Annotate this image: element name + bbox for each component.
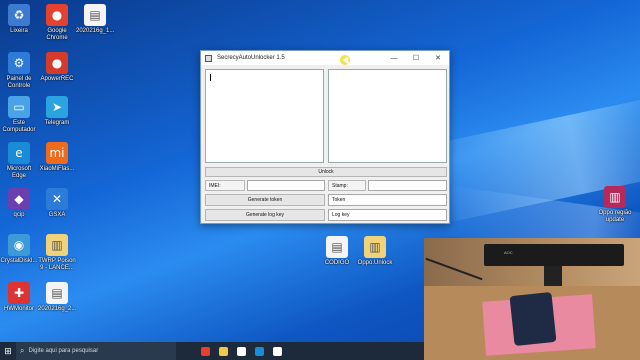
desktop-shortcut[interactable]: ▤ 2020216g_2... [38,282,76,313]
desktop-shortcut-label: qcip [13,212,25,218]
document-icon: ▤ [326,236,348,258]
imei-input[interactable] [247,180,325,191]
monitor-brand-label: AOC [504,250,513,255]
secrecy-auto-unlocker-window[interactable]: SecrecyAutoUnlocker 1.5 — ☐ ✕ Unlock IME… [200,50,450,224]
recycle-bin-icon: ♻ [8,4,30,26]
apowerrec-icon: ● [46,52,68,74]
edge-taskbar-icon[interactable] [250,342,268,360]
document-icon: ▤ [84,4,106,26]
desktop-shortcut-label: Microsoft Edge [6,166,32,179]
close-button[interactable]: ✕ [427,51,449,65]
generate-log-key-button[interactable]: Generate log key [205,209,325,221]
desktop-shortcut-label: 2020216g_1... [76,28,115,34]
minimize-button[interactable]: — [383,51,405,65]
desktop-shortcut[interactable]: ▤ 2020216g_1... [76,4,114,35]
window-title: SecrecyAutoUnlocker 1.5 [217,55,285,61]
desktop-shortcut-label: Oppo.Unlock [357,260,393,266]
desktop-shortcut[interactable]: ▤ CODIGO [318,236,356,267]
webcam-monitor-stand [544,266,562,286]
desktop-shortcut-label: Google Chrome [46,28,68,41]
output-text-area[interactable] [328,69,447,163]
webcam-phone [509,291,557,347]
webcam-monitor [484,244,624,266]
search-icon: ⌕ [20,346,25,355]
desktop-shortcut[interactable]: mi XiaoMiFlas... [38,142,76,173]
qcip-icon: ◆ [8,188,30,210]
desktop-shortcut-label: ApowerREC [40,76,74,82]
file-explorer-taskbar-icon[interactable] [214,342,232,360]
desktop-shortcut-label: Painel de Controle [6,76,32,89]
gsxa-icon: ✕ [46,188,68,210]
zip-folder-icon: ▥ [364,236,386,258]
log-key-field[interactable]: Log key [328,209,447,221]
taskbar: ⊞ ⌕ Digite aqui para pesquisar [0,342,424,360]
crystaldisk-icon: ◉ [8,234,30,256]
desktop-shortcut[interactable]: ✚ HWMonitor [0,282,38,313]
hwmonitor-icon: ✚ [8,282,30,304]
document-icon: ▤ [46,282,68,304]
desktop-shortcut[interactable]: ▥ Oppo região update [596,186,634,224]
desktop-shortcut-label: GSXA [48,212,66,218]
desktop-shortcut[interactable]: ▥ Oppo.Unlock [356,236,394,267]
desktop-shortcut-label: Telegram [44,120,70,126]
desktop-shortcut[interactable]: ● ApowerREC [38,52,76,83]
winrar-icon: ▥ [604,186,626,208]
desktop-shortcut-label: Lixeira [10,28,28,34]
control-panel-icon: ⚙ [8,52,30,74]
token-field[interactable]: Token [328,194,447,206]
taskbar-search-box[interactable]: ⌕ Digite aqui para pesquisar [16,342,176,360]
desktop-shortcut-label: Oppo região update [598,210,632,223]
telegram-icon: ➤ [46,96,68,118]
desktop-shortcut[interactable]: ➤ Telegram [38,96,76,127]
text-cursor [210,74,211,81]
desktop-shortcut[interactable]: ⚙ Painel de Controle [0,52,38,90]
desktop-shortcut[interactable]: ◆ qcip [0,188,38,219]
desktop-shortcut-label: Este Computador [2,120,36,133]
search-placeholder: Digite aqui para pesquisar [28,348,99,354]
desktop-shortcut[interactable]: ♻ Lixeira [0,4,38,35]
desktop-shortcut-label: XiaoMiFlas... [39,166,75,172]
app-window-icon [205,54,212,62]
input-text-area[interactable] [205,69,324,163]
desktop-shortcut[interactable]: ▥ TWRP Poison 9 - LANCE... [38,234,76,272]
zip-folder-icon: ▥ [46,234,68,256]
chrome-icon: ● [46,4,68,26]
desktop-shortcut-label: CODIGO [324,260,350,266]
calendar-taskbar-icon[interactable] [232,342,250,360]
taskbar-apps [196,342,286,360]
generate-token-button[interactable]: Generate token [205,194,325,206]
computer-icon: ▭ [8,96,30,118]
desktop-shortcut-label: HWMonitor [3,306,34,312]
unlock-button[interactable]: Unlock [205,167,447,177]
start-button[interactable]: ⊞ [0,342,16,360]
title-bar[interactable]: SecrecyAutoUnlocker 1.5 — ☐ ✕ [201,51,449,65]
app-taskbar-icon[interactable] [268,342,286,360]
desktop-shortcut[interactable]: e Microsoft Edge [0,142,38,180]
maximize-button[interactable]: ☐ [405,51,427,65]
webcam-overlay: AOC [424,238,640,360]
xiaomi-flash-icon: mi [46,142,68,164]
edge-icon: e [8,142,30,164]
desktop-shortcut[interactable]: ✕ GSXA [38,188,76,219]
desktop-shortcut[interactable]: ◉ CrystalDiskI... [0,234,38,265]
stamp-input[interactable] [368,180,447,191]
chrome-taskbar-icon[interactable] [196,342,214,360]
stamp-label: Stamp: [328,180,366,191]
desktop-shortcut-label: CrystalDiskI... [0,258,38,264]
desktop-shortcut-label: 2020216g_2... [38,306,77,312]
imei-label: IMEI: [205,180,245,191]
desktop-shortcut-label: TWRP Poison 9 - LANCE... [38,258,76,271]
desktop-shortcut[interactable]: ▭ Este Computador [0,96,38,134]
desktop-shortcut[interactable]: ● Google Chrome [38,4,76,42]
